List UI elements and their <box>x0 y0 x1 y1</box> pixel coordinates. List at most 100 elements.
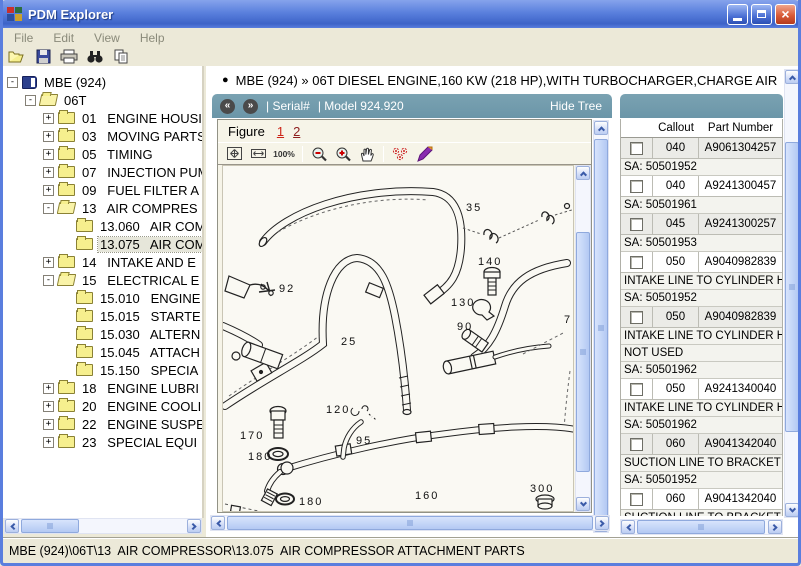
collapse-minus-icon[interactable]: - <box>43 203 54 214</box>
figure-link-2[interactable]: 2 <box>293 124 300 139</box>
close-button[interactable]: × <box>775 4 796 25</box>
scroll-down-button[interactable] <box>785 503 799 517</box>
diagram-callout-90[interactable]: 90 <box>457 321 473 333</box>
tree-item-14[interactable]: +14 INTAKE AND E <box>43 253 198 271</box>
tree-item-06T[interactable]: -06T <box>25 91 88 109</box>
tree-item-15.030[interactable]: 15.030 ALTERN <box>61 325 202 343</box>
parts-vertical-scrollbar[interactable] <box>784 69 800 518</box>
parts-horizontal-scrollbar[interactable] <box>620 519 783 535</box>
expand-plus-icon[interactable]: + <box>43 113 54 124</box>
part-checkbox[interactable] <box>630 311 643 324</box>
diagram-callout-170[interactable]: 170 <box>240 430 264 442</box>
scroll-left-button[interactable] <box>621 520 635 534</box>
viewer-pane-vertical-scrollbar[interactable] <box>593 120 609 533</box>
expand-plus-icon[interactable]: + <box>43 149 54 160</box>
tree-item-15[interactable]: -15 ELECTRICAL E <box>43 271 201 289</box>
next-figure-button[interactable]: » <box>243 99 258 114</box>
collapse-minus-icon[interactable]: - <box>7 77 18 88</box>
collapse-minus-icon[interactable]: - <box>43 275 54 286</box>
scroll-thumb[interactable] <box>21 519 79 533</box>
diagram-callout-92[interactable]: 92 <box>279 283 295 295</box>
scroll-right-button[interactable] <box>768 520 782 534</box>
tree-item-13.075[interactable]: 13.075 AIR COM <box>61 235 204 253</box>
tree-item-15.045[interactable]: 15.045 ATTACH <box>61 343 202 361</box>
scroll-left-button[interactable] <box>5 519 19 533</box>
copy-button[interactable] <box>111 48 131 65</box>
tree-item-20[interactable]: +20 ENGINE COOLI <box>43 397 203 415</box>
tree-item-01[interactable]: +01 ENGINE HOUSI <box>43 109 204 127</box>
hide-tree-button[interactable]: Hide Tree <box>550 99 602 113</box>
scroll-up-button[interactable] <box>785 70 799 84</box>
tree-item-15.015[interactable]: 15.015 STARTE <box>61 307 203 325</box>
diagram-callout-7[interactable]: 7 <box>564 314 572 326</box>
figure-canvas[interactable]: 35140130907922512095170180180160300 <box>222 165 574 512</box>
part-checkbox[interactable] <box>630 438 643 451</box>
scroll-left-button[interactable] <box>211 516 225 530</box>
menu-edit[interactable]: Edit <box>43 30 84 46</box>
zoom-out-button[interactable] <box>308 144 330 163</box>
part-checkbox[interactable] <box>630 256 643 269</box>
pan-button[interactable] <box>356 144 378 163</box>
tree-item-07[interactable]: +07 INJECTION PUM <box>43 163 204 181</box>
diagram-callout-120[interactable]: 120 <box>326 404 350 416</box>
collapse-minus-icon[interactable]: - <box>25 95 36 106</box>
diagram-callout-180[interactable]: 180 <box>299 496 323 508</box>
scroll-up-button[interactable] <box>576 166 590 180</box>
scroll-thumb[interactable] <box>785 142 799 432</box>
diagram-callout-160[interactable]: 160 <box>415 490 439 502</box>
diagram-callout-300[interactable]: 300 <box>530 483 554 495</box>
tree-item-13.060[interactable]: 13.060 AIR COM <box>61 217 204 235</box>
highlight-button[interactable] <box>413 144 435 163</box>
tree-item-15.150[interactable]: 15.150 SPECIA <box>61 361 200 379</box>
expand-plus-icon[interactable]: + <box>43 401 54 412</box>
viewer-horizontal-scrollbar[interactable] <box>210 515 610 531</box>
restore-button[interactable] <box>751 4 772 25</box>
fit-page-button[interactable] <box>223 144 245 163</box>
tree-item-05[interactable]: +05 TIMING <box>43 145 155 163</box>
part-checkbox[interactable] <box>630 180 643 193</box>
figure-link-1[interactable]: 1 <box>277 124 284 139</box>
part-checkbox[interactable] <box>630 493 643 506</box>
save-button[interactable] <box>33 48 53 65</box>
menu-view[interactable]: View <box>84 30 130 46</box>
tree-item-13[interactable]: -13 AIR COMPRES <box>43 199 200 217</box>
expand-plus-icon[interactable]: + <box>43 131 54 142</box>
expand-plus-icon[interactable]: + <box>43 419 54 430</box>
minimize-button[interactable] <box>727 4 748 25</box>
zoom-in-button[interactable] <box>332 144 354 163</box>
menu-help[interactable]: Help <box>130 30 175 46</box>
scroll-thumb[interactable] <box>594 139 608 517</box>
scroll-right-button[interactable] <box>595 516 609 530</box>
tree-item-root[interactable]: -MBE (924) <box>7 73 108 91</box>
tree-item-23[interactable]: +23 SPECIAL EQUI <box>43 433 199 451</box>
scroll-thumb[interactable] <box>227 516 593 530</box>
figure-vertical-scrollbar[interactable] <box>575 165 591 512</box>
hotspots-button[interactable] <box>389 144 411 163</box>
prev-figure-button[interactable]: « <box>220 99 235 114</box>
expand-plus-icon[interactable]: + <box>43 257 54 268</box>
part-checkbox[interactable] <box>630 383 643 396</box>
tree-item-03[interactable]: +03 MOVING PARTS <box>43 127 204 145</box>
tree-item-15.010[interactable]: 15.010 ENGINE <box>61 289 202 307</box>
expand-plus-icon[interactable]: + <box>43 383 54 394</box>
scroll-up-button[interactable] <box>594 121 608 135</box>
open-button[interactable] <box>7 48 27 65</box>
diagram-callout-140[interactable]: 140 <box>478 256 502 268</box>
diagram-callout-180[interactable]: 180 <box>248 451 272 463</box>
expand-plus-icon[interactable]: + <box>43 185 54 196</box>
zoom-100-button[interactable]: 100% <box>271 144 297 163</box>
print-button[interactable] <box>59 48 79 65</box>
scroll-down-button[interactable] <box>576 497 590 511</box>
part-checkbox[interactable] <box>630 218 643 231</box>
part-checkbox[interactable] <box>630 142 643 155</box>
tree-item-18[interactable]: +18 ENGINE LUBRI <box>43 379 201 397</box>
tree-item-22[interactable]: +22 ENGINE SUSPE <box>43 415 204 433</box>
tree-horizontal-scrollbar[interactable] <box>4 518 202 534</box>
tree-item-09[interactable]: +09 FUEL FILTER A <box>43 181 201 199</box>
fit-width-button[interactable] <box>247 144 269 163</box>
scroll-thumb[interactable] <box>576 232 590 472</box>
diagram-callout-95[interactable]: 95 <box>356 435 372 447</box>
diagram-callout-130[interactable]: 130 <box>451 297 475 309</box>
find-button[interactable] <box>85 48 105 65</box>
scroll-right-button[interactable] <box>187 519 201 533</box>
